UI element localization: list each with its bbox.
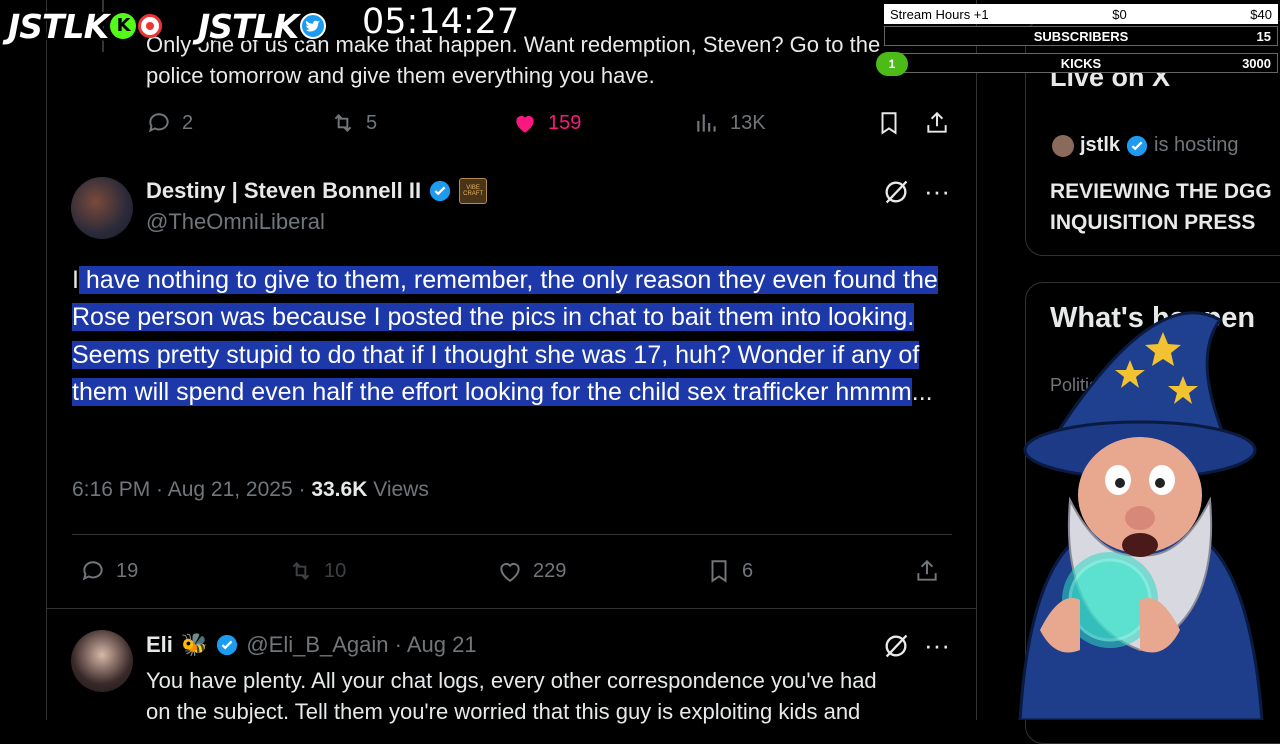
tweet-body-selection: have nothing to give to them, remember, … — [72, 266, 938, 407]
verified-badge-icon — [430, 180, 451, 202]
goal-kicks-progress-badge: 1 — [876, 52, 908, 76]
bookmark-count: 6 — [742, 559, 754, 582]
repost-icon — [292, 562, 310, 580]
goal-stream-hours-current: $0 — [1112, 6, 1127, 22]
brand-name-2: JSTLK — [198, 6, 299, 46]
bookmark-button[interactable]: 6 — [706, 558, 753, 584]
timeline-left-border — [46, 0, 47, 720]
affiliate-badge: VIBE CRAFT — [459, 178, 488, 204]
author-handle[interactable]: @TheOmniLiberal — [146, 209, 325, 235]
tweet-divider — [46, 608, 976, 609]
prev-reply-button[interactable]: 2 — [146, 110, 193, 136]
brand-logo-2: JSTLK — [198, 6, 327, 46]
reply-button[interactable]: 19 — [80, 558, 138, 584]
host-suffix: is hosting — [1154, 134, 1239, 156]
heart-filled-icon — [516, 115, 534, 133]
like-count: 229 — [533, 559, 567, 582]
share-icon — [917, 559, 937, 581]
host-avatar — [1052, 134, 1074, 157]
bookmark-icon — [881, 112, 897, 135]
grok-icon — [885, 180, 908, 204]
space-title[interactable]: REVIEWING THE DGG INQUISITION PRESS — [1050, 176, 1280, 238]
goal-subscribers-value: 15 — [1256, 28, 1271, 44]
repost-count: 10 — [324, 559, 347, 582]
like-button[interactable]: 229 — [497, 558, 566, 584]
wizard-mascot-image — [1018, 311, 1264, 720]
kick-icon: K — [110, 13, 137, 39]
avatar[interactable] — [71, 177, 133, 239]
goal-kicks: KICKS 3000 — [884, 53, 1278, 73]
prev-like-count: 159 — [548, 111, 582, 134]
goal-kicks-value: 3000 — [1242, 55, 1271, 71]
author-display-name[interactable]: Destiny | Steven Bonnell II — [146, 178, 421, 204]
prev-reply-count: 2 — [182, 111, 194, 134]
twitter-bird-icon — [300, 13, 327, 39]
prev-views-count: 13K — [730, 111, 766, 134]
grok-icon — [885, 634, 908, 658]
share-icon — [927, 111, 947, 133]
goal-stream-hours-label: Stream Hours +1 — [890, 6, 989, 22]
tweet-timestamp[interactable]: 6:16 PM · Aug 21, 2025 · — [72, 478, 311, 501]
host-row[interactable]: jstlk is hosting — [1052, 134, 1239, 157]
tweet-meta: 6:16 PM · Aug 21, 2025 · 33.6K Views — [72, 478, 429, 502]
timeline-right-border — [976, 0, 977, 720]
prev-tweet-text-line2: police tomorrow and give them everything… — [146, 63, 655, 88]
prev-share-button[interactable] — [924, 110, 950, 141]
reply-count: 19 — [116, 559, 139, 582]
meta-divider — [72, 534, 952, 535]
brand-logo-1: JSTLK K — [8, 6, 163, 46]
reply-text-line2: on the subject. Tell them you're worried… — [146, 699, 861, 724]
tweet-views-label: Views — [367, 478, 429, 501]
reply-icon — [148, 113, 169, 133]
more-options-icon[interactable]: ··· — [924, 176, 950, 207]
bookmark-icon — [711, 560, 727, 583]
prev-views-button[interactable]: 13K — [694, 110, 766, 136]
goal-stream-hours-target: $40 — [1250, 6, 1272, 22]
repost-button[interactable]: 10 — [288, 558, 346, 584]
tweet-body-tail: ... — [911, 378, 933, 407]
bee-emoji-icon: 🐝 — [180, 632, 209, 657]
repost-icon — [334, 114, 352, 132]
stream-timer: 05:14:27 — [362, 2, 520, 42]
tweet-body: I have nothing to give to them, remember… — [72, 262, 972, 412]
space-title-line2: INQUISITION PRESS — [1050, 211, 1256, 234]
host-name: jstlk — [1080, 134, 1121, 156]
reply-handle-date[interactable]: @Eli_B_Again · Aug 21 — [246, 632, 476, 658]
reply-text-line1: You have plenty. All your chat logs, eve… — [146, 668, 877, 693]
tweet-body-first-char: I — [72, 266, 79, 294]
goal-stream-hours: Stream Hours +1 $0 $40 — [884, 4, 1278, 24]
reply-display-name[interactable]: Eli — [146, 632, 173, 658]
reply-grok-button[interactable] — [882, 632, 910, 665]
verified-badge-icon — [1126, 135, 1148, 156]
author-row: Destiny | Steven Bonnell II VIBE CRAFT — [146, 178, 488, 204]
reply-icon — [82, 561, 103, 581]
share-button[interactable] — [914, 558, 940, 589]
views-icon — [697, 114, 716, 132]
brand-name-1: JSTLK — [8, 6, 109, 46]
reply-author-row: Eli 🐝 @Eli_B_Again · Aug 21 — [146, 632, 477, 658]
space-title-line1: REVIEWING THE DGG — [1050, 180, 1272, 203]
reply-more-options-icon[interactable]: ··· — [924, 630, 950, 661]
prev-repost-button[interactable]: 5 — [330, 110, 377, 136]
prev-bookmark-button[interactable] — [876, 110, 902, 141]
prev-like-button[interactable]: 159 — [512, 110, 581, 136]
goal-subscribers: SUBSCRIBERS 15 — [884, 26, 1278, 46]
heart-icon — [500, 563, 520, 582]
tweet-view-count: 33.6K — [311, 478, 368, 501]
record-icon — [138, 14, 163, 38]
reply-avatar[interactable] — [71, 630, 133, 692]
grok-button[interactable] — [882, 178, 910, 211]
verified-badge-icon — [217, 634, 238, 656]
prev-repost-count: 5 — [366, 111, 378, 134]
